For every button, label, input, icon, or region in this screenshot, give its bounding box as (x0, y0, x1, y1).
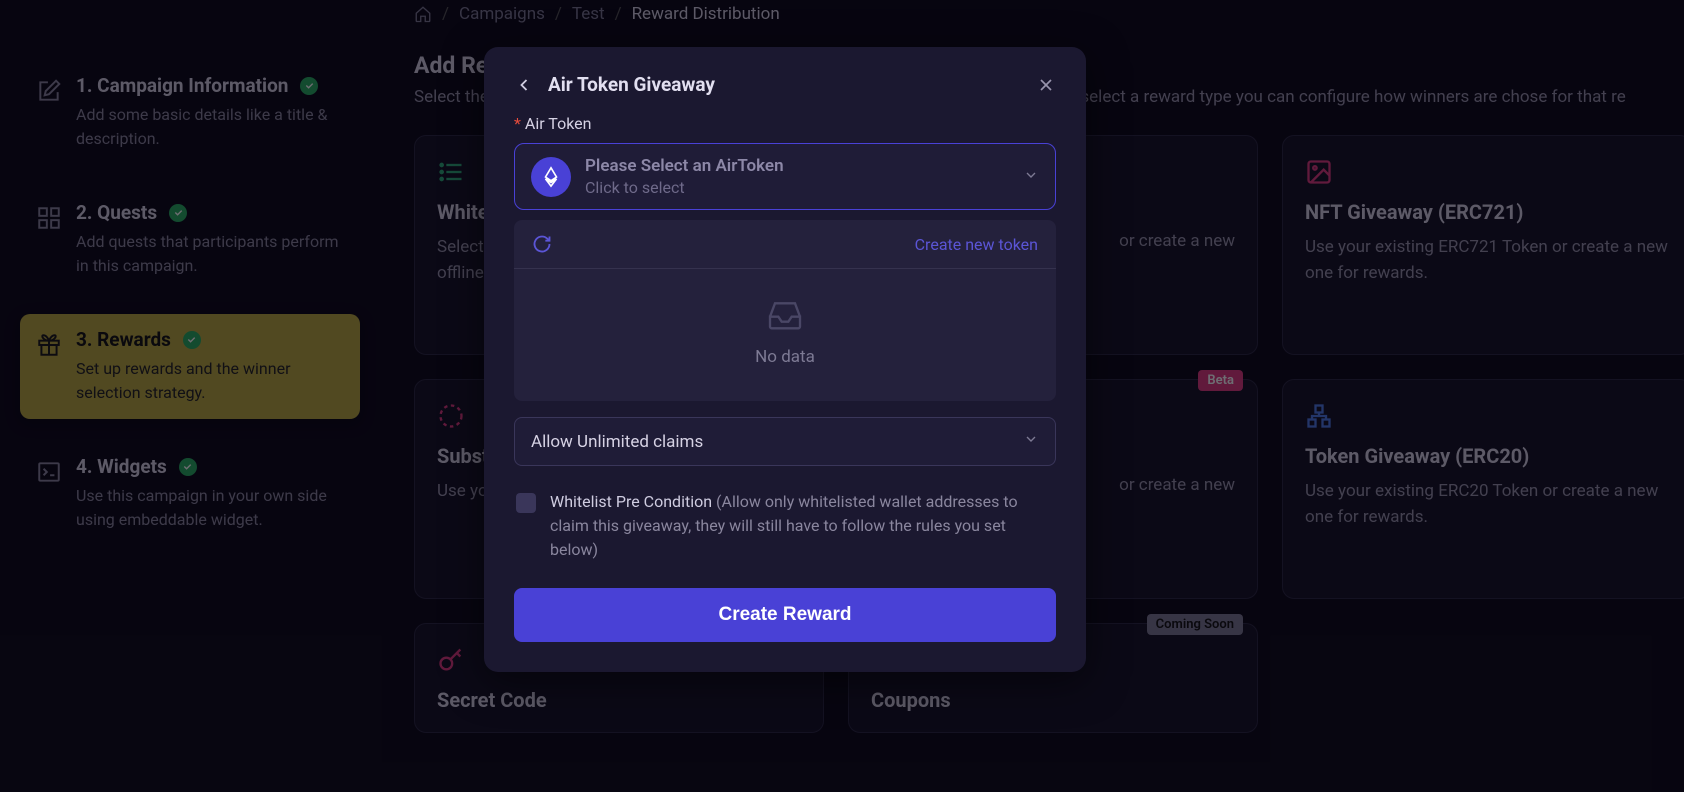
chevron-down-icon (1023, 431, 1039, 452)
token-dropdown-panel: Create new token No data (514, 220, 1056, 401)
select-placeholder-line1: Please Select an AirToken (585, 156, 1009, 176)
back-icon[interactable] (514, 75, 534, 95)
claims-select-value: Allow Unlimited claims (531, 432, 703, 452)
claims-select[interactable]: Allow Unlimited claims (514, 417, 1056, 466)
refresh-icon[interactable] (532, 234, 552, 254)
whitelist-precondition-label: Whitelist Pre Condition (Allow only whit… (550, 490, 1054, 562)
close-icon[interactable] (1036, 75, 1056, 95)
create-new-token-link[interactable]: Create new token (915, 235, 1038, 254)
select-placeholder-line2: Click to select (585, 178, 1009, 197)
no-data-text: No data (755, 347, 815, 367)
empty-state: No data (514, 269, 1056, 401)
token-avatar-icon (531, 157, 571, 197)
air-token-label: *Air Token (514, 114, 1056, 133)
chevron-down-icon (1023, 167, 1039, 187)
whitelist-precondition-checkbox[interactable] (516, 493, 536, 513)
inbox-icon (759, 295, 811, 335)
create-reward-button[interactable]: Create Reward (514, 588, 1056, 642)
air-token-modal: Air Token Giveaway *Air Token Please Sel… (484, 47, 1086, 672)
modal-title: Air Token Giveaway (548, 73, 1022, 96)
air-token-select[interactable]: Please Select an AirToken Click to selec… (514, 143, 1056, 210)
